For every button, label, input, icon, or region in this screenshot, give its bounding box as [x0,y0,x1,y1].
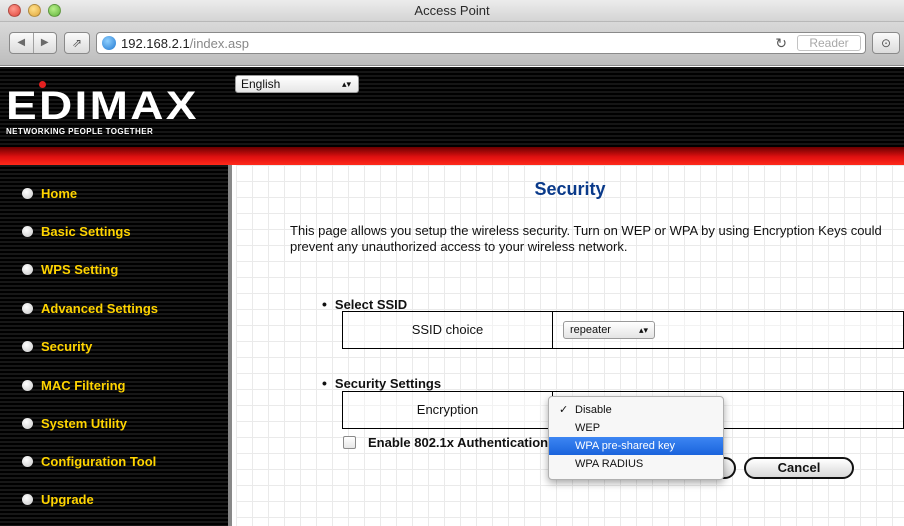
sidebar-item-label: Advanced Settings [41,300,159,316]
address-bar[interactable]: 192.168.2.1/index.asp ↻ Reader [96,32,866,54]
bullet-icon [22,302,33,314]
page-title: Security [534,179,606,199]
sidebar-item-label: WPS Setting [41,261,119,277]
enable-8021x-label: Enable 802.1x Authentication [368,435,549,450]
sidebar-item-label: Configuration Tool [41,453,157,469]
bullet-icon [22,263,33,275]
window-titlebar: Access Point [0,0,904,22]
browser-toolbar: ◀ ▶ ⇗ 192.168.2.1/index.asp ↻ Reader ⊙ [0,22,904,66]
enable-8021x-checkbox[interactable] [343,436,356,449]
encryption-label: Encryption [343,392,553,428]
sidebar-item-basic-settings[interactable]: Basic Settings [22,221,131,241]
edimax-logo: EDIMAX NETWORKING PEOPLE TOGETHER [6,81,196,136]
checkmark-icon: ✓ [559,404,569,416]
encryption-option-wpa-psk[interactable]: WPA pre-shared key [549,437,723,455]
ssid-choice-row: SSID choice repeater ▴▾ [342,311,904,349]
sidebar-item-label: Upgrade [41,491,94,507]
language-select[interactable]: English ▴▾ [235,75,359,93]
page-description: This page allows you setup the wireless … [290,223,882,254]
bullet-icon [22,187,33,199]
sidebar-item-configuration-tool[interactable]: Configuration Tool [22,451,156,471]
bullet-icon [22,493,33,505]
sidebar-item-mac-filtering[interactable]: MAC Filtering [22,375,126,395]
downloads-icon[interactable]: ⊙ [872,32,900,54]
forward-icon[interactable]: ▶ [34,33,57,53]
globe-icon [102,36,116,50]
sidebar-item-label: Home [41,185,78,201]
window-title: Access Point [414,3,490,18]
select-arrows-icon: ▴▾ [638,325,648,335]
encryption-option-wpa-radius[interactable]: WPA RADIUS [549,455,723,473]
sidebar-item-label: Basic Settings [41,223,131,239]
select-ssid-heading: Select SSID [322,296,407,312]
encryption-dropdown-menu: ✓ Disable WEP WPA pre-shared key WPA RAD… [548,396,724,480]
sidebar-item-system-utility[interactable]: System Utility [22,413,127,433]
bullet-icon [22,379,33,391]
bullet-icon [22,417,33,429]
reader-button[interactable]: Reader [797,35,861,51]
sidebar-item-advanced-settings[interactable]: Advanced Settings [22,298,158,318]
sidebar-item-security[interactable]: Security [22,336,92,356]
sidebar-item-home[interactable]: Home [22,183,77,203]
bullet-icon [22,225,33,237]
router-page: EDIMAX NETWORKING PEOPLE TOGETHER Englis… [0,67,904,526]
sidebar-item-label: System Utility [41,415,127,431]
back-forward-buttons: ◀ ▶ [9,32,57,54]
ssid-choice-select[interactable]: repeater ▴▾ [563,321,655,339]
select-arrows-icon: ▴▾ [341,79,351,89]
logo-tagline: NETWORKING PEOPLE TOGETHER [6,127,154,136]
sidebar-nav: Home Basic Settings WPS Setting Advanced… [0,165,232,526]
language-value: English [241,77,281,91]
ssid-choice-label: SSID choice [343,312,553,348]
sidebar-item-label: Security [41,338,93,354]
url-path: /index.asp [189,36,249,51]
bullet-icon [22,340,33,352]
ssid-choice-value: repeater [570,324,611,336]
back-icon[interactable]: ◀ [10,33,34,53]
reload-icon[interactable]: ↻ [775,35,787,52]
page-header: EDIMAX NETWORKING PEOPLE TOGETHER Englis… [0,67,904,147]
share-icon[interactable]: ⇗ [64,32,90,54]
option-label: WPA RADIUS [575,458,644,470]
cancel-button[interactable]: Cancel [744,457,854,479]
option-label: WPA pre-shared key [575,440,676,452]
encryption-option-wep[interactable]: WEP [549,419,723,437]
sidebar-item-label: MAC Filtering [41,377,126,393]
option-label: WEP [575,422,601,434]
security-settings-heading: Security Settings [322,375,441,391]
url-host: 192.168.2.1 [121,36,190,51]
option-label: Disable [575,404,612,416]
sidebar-item-upgrade[interactable]: Upgrade [22,489,94,509]
encryption-option-disable[interactable]: ✓ Disable [549,401,723,419]
bullet-icon [22,455,33,467]
logo-wordmark: EDIMAX [6,84,199,128]
enable-8021x-row: Enable 802.1x Authentication [343,435,548,450]
url-text[interactable]: 192.168.2.1/index.asp [121,36,249,51]
sidebar-item-wps-setting[interactable]: WPS Setting [22,259,118,279]
header-red-bar [0,147,904,165]
